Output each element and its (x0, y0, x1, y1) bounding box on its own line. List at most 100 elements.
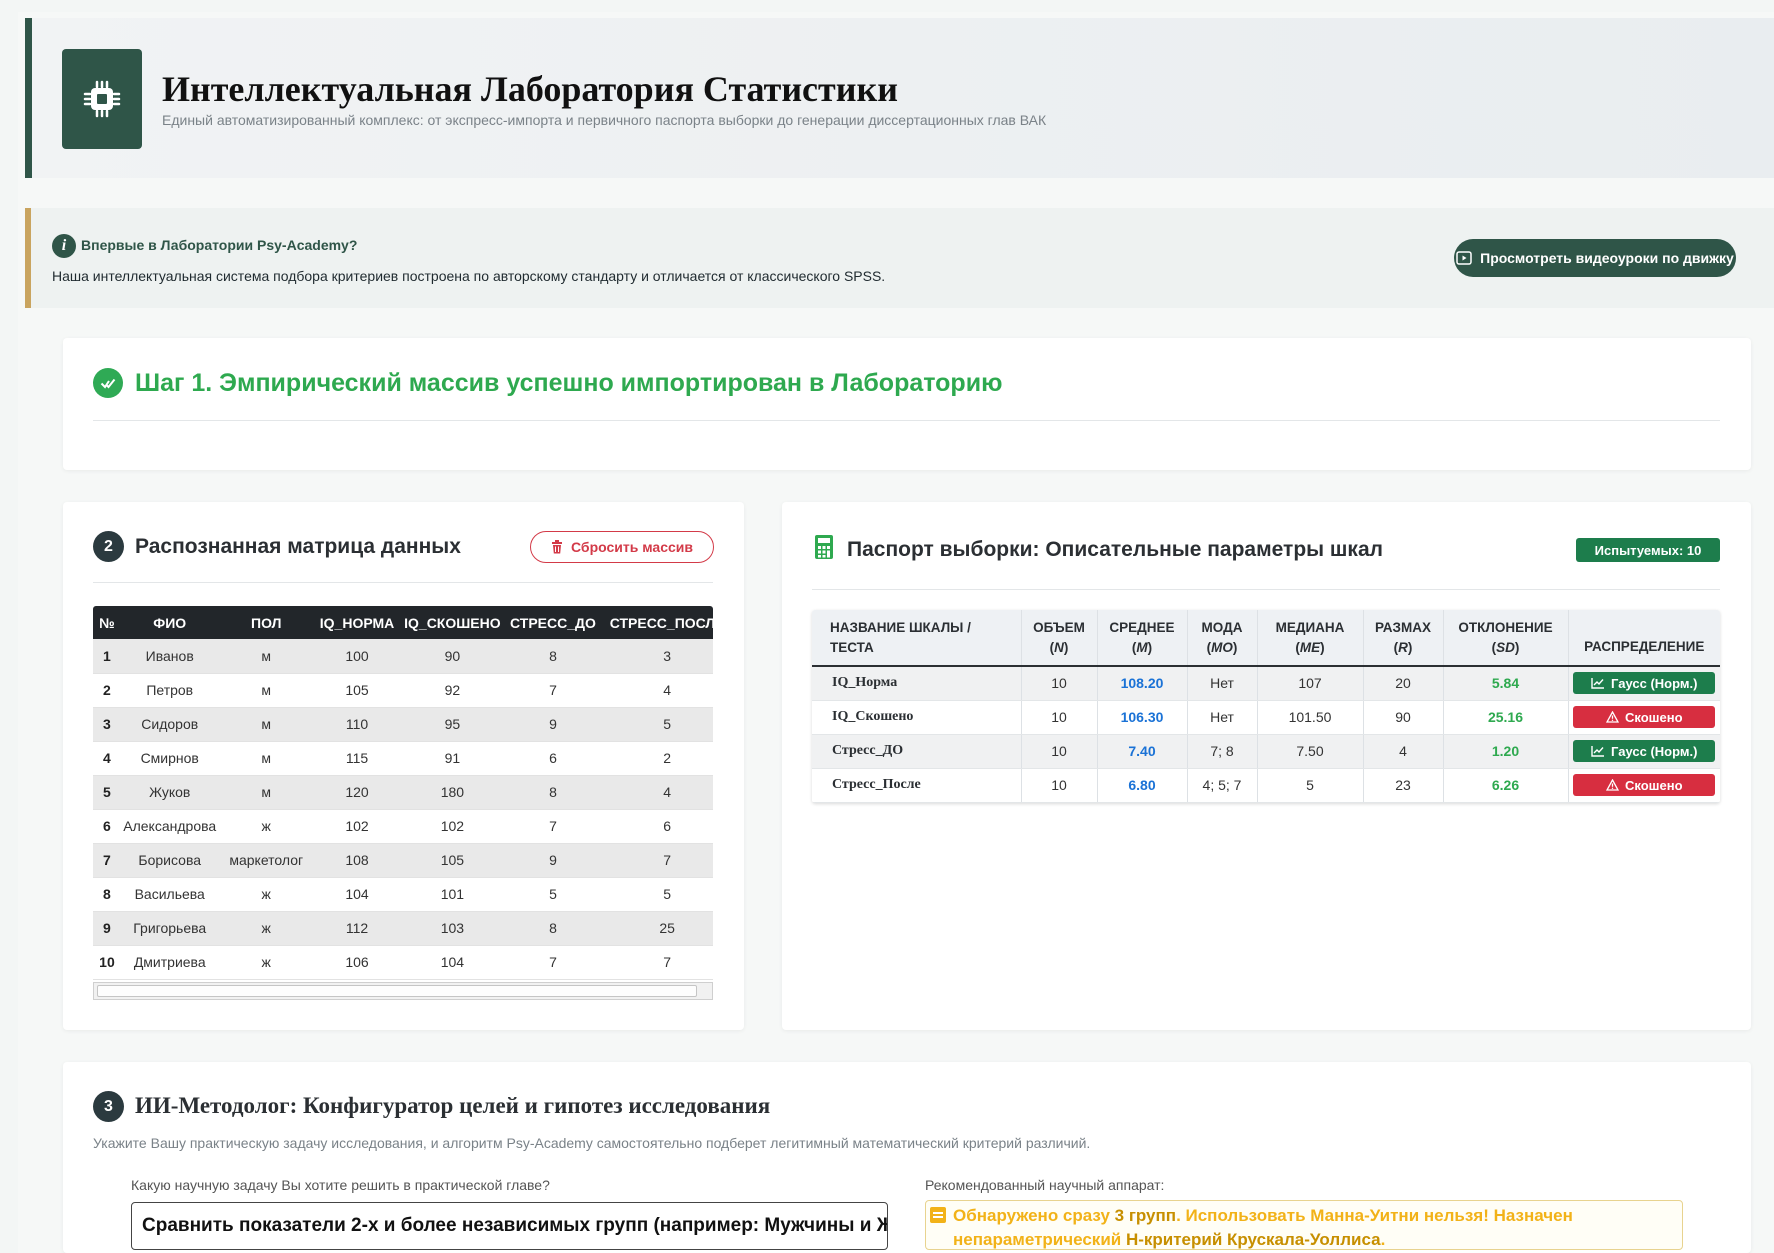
video-tutorials-button[interactable]: Просмотреть видеоуроки по движку (1454, 239, 1736, 277)
cell-n: 10 (1021, 700, 1098, 735)
recommendation-highlight: Н-критерий Крускала-Уоллиса (1125, 1230, 1381, 1249)
table-cell: 8 (504, 639, 602, 674)
table-row: 3 Сидоров м 110 95 9 5 (93, 707, 713, 742)
recommendation-text: . (1380, 1230, 1386, 1249)
table-cell: 9 (93, 911, 121, 946)
video-tutorials-label: Просмотреть видеоуроки по движку (1480, 250, 1734, 266)
step-number-badge: 2 (93, 531, 124, 562)
table-header-row: НАЗВАНИЕ ШКАЛЫ / ТЕСТА ОБЪЕМ (N) СРЕДНЕЕ (M)… (812, 610, 1720, 667)
column-symbol: SD (1496, 639, 1515, 655)
table-cell: 112 (313, 911, 401, 946)
info-text: Наша интеллектуальная система подбора кр… (52, 268, 886, 284)
table-row: 10 Дмитриева ж 106 104 7 7 (93, 945, 713, 980)
page-subtitle: Единый автоматизированный комплекс: от э… (162, 112, 1047, 128)
table-cell: 1 (93, 639, 121, 674)
line-chart-icon (1591, 746, 1605, 757)
column-header-text: РАЗМАХ (1374, 619, 1432, 635)
column-header-text: ОБЪЕМ (1033, 619, 1085, 635)
reset-array-button[interactable]: Сбросить массив (530, 531, 714, 563)
divider (93, 420, 1720, 421)
column-header: МЕДИАНА (ME) (1257, 610, 1364, 667)
cell-median: 5 (1257, 768, 1364, 803)
cell-n: 10 (1021, 734, 1098, 769)
table-cell: 6 (93, 809, 121, 844)
chip-icon (62, 49, 142, 149)
table-cell: Сидоров (120, 707, 219, 742)
column-header-text: СРЕДНЕЕ (1109, 619, 1175, 635)
table-cell: 7 (504, 809, 602, 844)
cell-name: IQ_Норма (812, 666, 1022, 701)
cell-name: Стресс_После (812, 768, 1022, 803)
table-cell: Петров (120, 673, 219, 708)
table-cell: ж (218, 877, 314, 912)
column-header: № (93, 606, 121, 639)
cell-n: 10 (1021, 666, 1098, 701)
table-cell: 5 (93, 775, 121, 810)
cell-distribution: Скошено (1568, 768, 1720, 803)
table-cell: Александрова (120, 809, 219, 844)
cell-n: 10 (1021, 768, 1098, 803)
cell-distribution: Гаусс (Норм.) (1568, 666, 1720, 701)
table-row: 4 Смирнов м 115 91 6 2 (93, 741, 713, 776)
horizontal-scrollbar[interactable] (93, 982, 713, 1000)
table-cell: 180 (400, 775, 505, 810)
table-cell: 3 (601, 639, 713, 674)
column-symbol: R (1398, 639, 1408, 655)
cell-sd: 5.84 (1443, 666, 1569, 701)
note-icon (930, 1207, 946, 1223)
table-cell: маркетолог (218, 843, 314, 878)
column-header-text: НАЗВАНИЕ ШКАЛЫ / ТЕСТА (830, 619, 971, 655)
column-symbol: MO (1211, 639, 1233, 655)
table-row: Стресс_ДО 10 7.40 7; 8 7.50 4 1.20 Гаусс (Норм.… (812, 734, 1720, 769)
trash-icon (552, 540, 562, 554)
table-cell: 2 (601, 741, 713, 776)
column-header: РАСПРЕДЕЛЕНИЕ (1568, 610, 1720, 667)
gauss-badge: Гаусс (Норм.) (1573, 672, 1716, 695)
cell-sd: 25.16 (1443, 700, 1569, 735)
cell-median: 7.50 (1257, 734, 1364, 769)
table-cell: 3 (93, 707, 121, 742)
cell-mode: Нет (1187, 700, 1258, 735)
column-header: ФИО (120, 606, 219, 639)
table-cell: Жуков (120, 775, 219, 810)
step1-title: Шаг 1. Эмпирический массив успешно импор… (135, 369, 1003, 397)
table-cell: 105 (400, 843, 505, 878)
distribution-label: Скошено (1624, 777, 1683, 793)
table-cell: 4 (601, 775, 713, 810)
column-symbol: ME (1299, 639, 1321, 655)
table-cell: 110 (313, 707, 401, 742)
cell-mode: 7; 8 (1187, 734, 1258, 769)
recommendation-box: Обнаружено сразу 3 групп. Использовать М… (925, 1200, 1683, 1250)
table-cell: 95 (400, 707, 505, 742)
table-row: 9 Григорьева ж 112 103 8 25 (93, 911, 713, 946)
scrollbar-thumb[interactable] (97, 985, 697, 997)
column-header: НАЗВАНИЕ ШКАЛЫ / ТЕСТА (812, 610, 1022, 667)
research-task-select[interactable]: Сравнить показатели 2-х и более независи… (131, 1202, 888, 1250)
column-header: СТРЕСС_ПОСЛЕ (601, 606, 713, 639)
table-cell: 7 (504, 945, 602, 980)
skewed-badge: Скошено (1573, 774, 1716, 796)
column-header: ПОЛ (218, 606, 314, 639)
column-header-text: МОДА (1201, 619, 1243, 635)
distribution-label: Гаусс (Норм.) (1611, 675, 1698, 691)
table-cell: 25 (601, 911, 713, 946)
table-row: IQ_Норма 10 108.20 Нет 107 20 5.84 Гаусс (Норм.… (812, 666, 1720, 701)
table-cell: Васильева (120, 877, 219, 912)
table-row: 2 Петров м 105 92 7 4 (93, 673, 713, 708)
cell-mode: 4; 5; 7 (1187, 768, 1258, 803)
column-header-text: МЕДИАНА (1275, 619, 1345, 635)
warning-icon (1605, 779, 1619, 791)
table-cell: 101 (400, 877, 505, 912)
skewed-badge: Скошено (1573, 706, 1716, 728)
table-row: 1 Иванов м 100 90 8 3 (93, 639, 713, 674)
column-header: IQ_НОРМА (313, 606, 401, 639)
table-cell: 5 (601, 877, 713, 912)
recommended-apparatus-label: Рекомендованный научный аппарат: (925, 1177, 1165, 1193)
table-cell: 6 (504, 741, 602, 776)
table-cell: 91 (400, 741, 505, 776)
cell-sd: 1.20 (1443, 734, 1569, 769)
table-body: IQ_Норма 10 108.20 Нет 107 20 5.84 Гаусс (Норм.… (812, 666, 1720, 803)
cell-mode: Нет (1187, 666, 1258, 701)
column-symbol: M (1136, 639, 1148, 655)
cell-median: 101.50 (1257, 700, 1364, 735)
